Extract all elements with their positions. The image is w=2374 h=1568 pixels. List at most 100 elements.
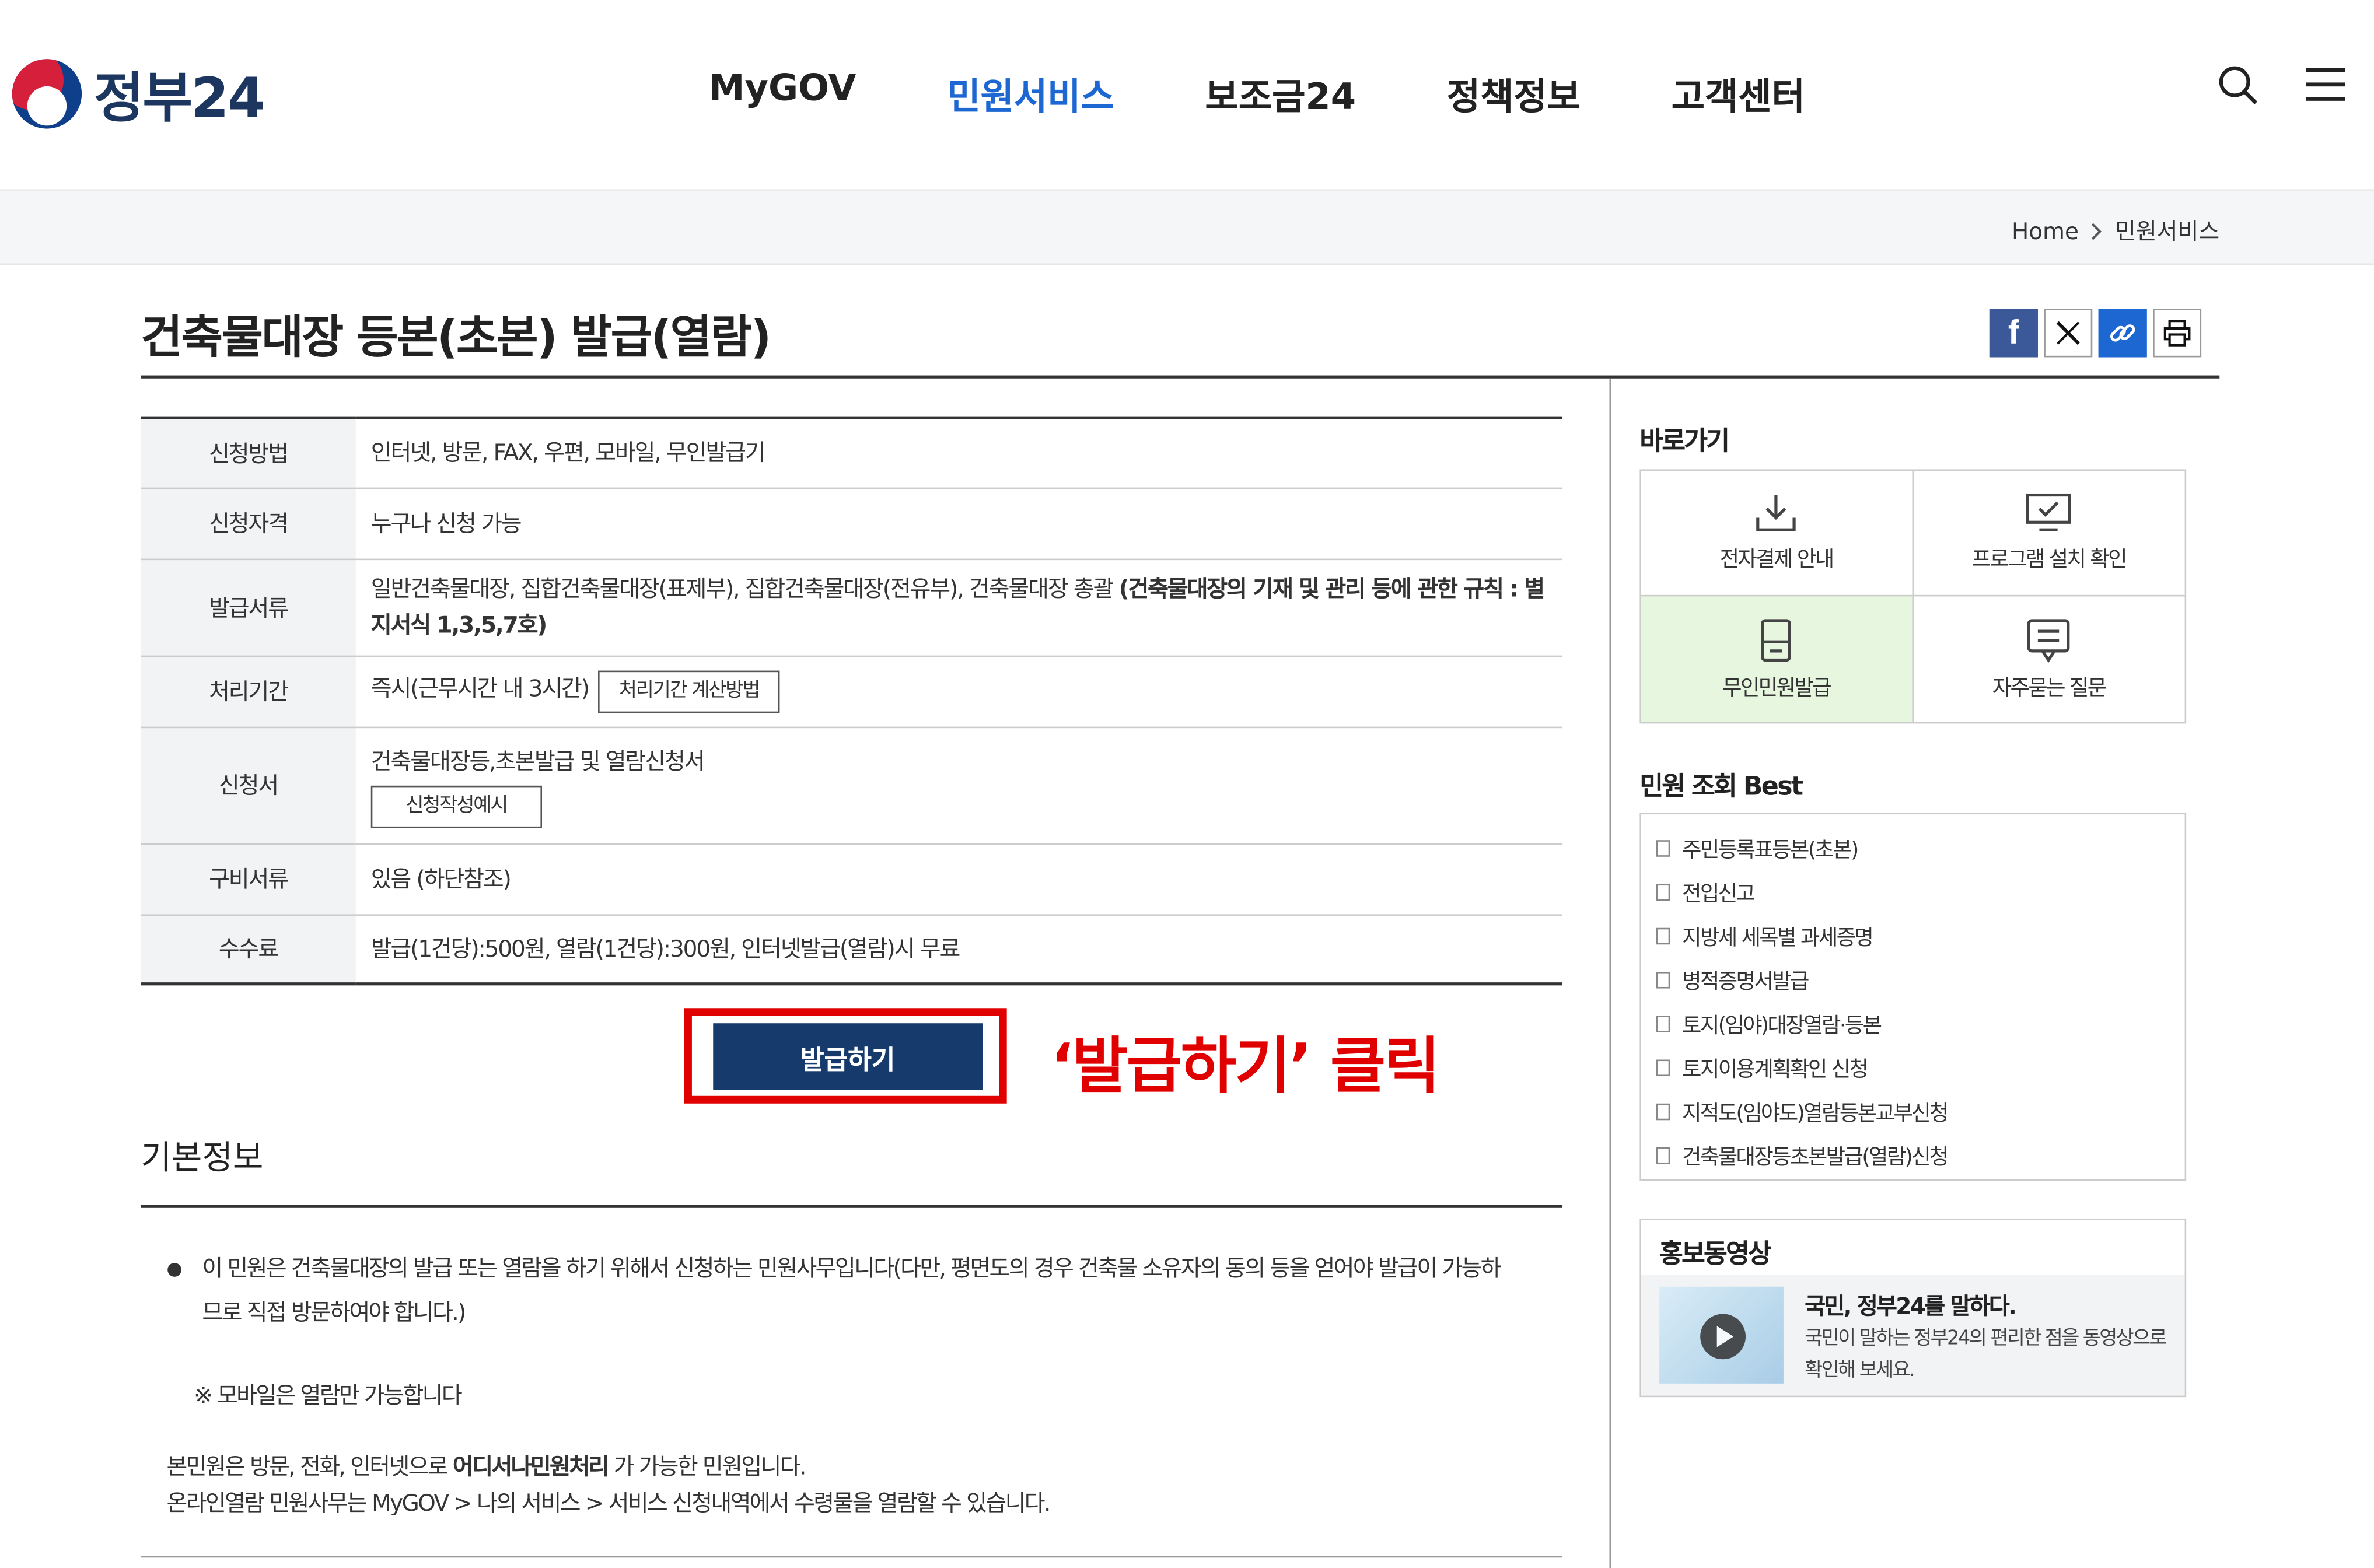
link-copy-button[interactable] [2098,309,2147,358]
quick-link-label: 자주묻는 질문 [1992,676,2107,701]
print-button[interactable] [2153,309,2202,358]
x-icon [2056,321,2080,345]
document-icon [1656,1103,1670,1121]
best-item-label: 주민등록표등본(초본) [1682,838,1859,862]
form-name: 건축물대장등,초본발급 및 열람신청서 [370,747,705,775]
logo-text: 정부24 [93,68,265,131]
quick-links-title: 바로가기 [1639,426,1730,457]
logo[interactable]: 정부24 [12,54,265,133]
menu-icon[interactable] [2305,65,2347,104]
row-value: 즉시(근무시간 내 3시간) 처리기간 계산방법 [355,655,1563,727]
basic-info-bullet: ● 이 민원은 건축물대장의 발급 또는 열람을 하기 위해서 신청하는 민원사… [166,1247,1536,1335]
page-title: 건축물대장 등본(초본) 발급(열람) [141,312,771,365]
table-row: 발급서류 일반건축물대장, 집합건축물대장(표제부), 집합건축물대장(전유부)… [141,558,1563,656]
facebook-icon: f [2008,313,2019,352]
click-annotation: ‘발급하기’ 클릭 [1050,1032,1440,1102]
best-item[interactable]: 토지이용계획확인 신청 [1656,1046,2185,1090]
promo-content: 국민, 정부24를 말하다. 국민이 말하는 정부24의 편리한 점을 동영상으… [1641,1274,2185,1396]
document-icon [1656,884,1670,901]
basic-info-title: 기본정보 [141,1140,264,1178]
best-item-label: 건축물대장등초본발급(열람)신청 [1682,1145,1949,1170]
document-icon [1656,1147,1670,1164]
best-item[interactable]: 건축물대장등초본발급(열람)신청 [1656,1134,2185,1178]
highlight-box [684,1008,1007,1104]
quick-link-payment[interactable]: 전자결제 안내 [1641,471,1913,597]
quick-link-label: 무인민원발급 [1722,676,1832,701]
taegeuk-logo-icon [12,59,82,129]
chat-icon [2027,618,2071,662]
print-icon [2163,320,2191,346]
quick-link-kiosk[interactable]: 무인민원발급 [1641,596,1913,722]
document-icon [1656,928,1670,945]
breadcrumb-current[interactable]: 민원서비스 [2115,215,2219,246]
basic-info-body: ● 이 민원은 건축물대장의 발급 또는 열람을 하기 위해서 신청하는 민원사… [166,1247,1536,1521]
basic-info-bullet-text: 이 민원은 건축물대장의 발급 또는 열람을 하기 위해서 신청하는 민원사무입… [202,1255,1501,1326]
best-title: 민원 조회 Best [1639,772,1803,803]
table-row: 신청자격 누구나 신청 가능 [141,487,1563,559]
best-item-label: 병적증명서발급 [1682,970,1809,994]
bottom-divider [141,1556,1563,1558]
best-item-label: 토지(임야)대장열람·등본 [1682,1013,1882,1038]
nav-civil-service[interactable]: 민원서비스 [947,66,1114,120]
table-row: 신청방법 인터넷, 방문, FAX, 우편, 모바일, 무인발급기 [141,418,1563,488]
document-icon [1656,971,1670,989]
nav-customer-center[interactable]: 고객센터 [1672,66,1805,120]
best-item[interactable]: 주민등록표등본(초본) [1656,827,2185,870]
quick-links: 전자결제 안내 프로그램 설치 확인 무인민원발급 자주묻는 질문 [1639,469,2187,724]
promo-video-box: 홍보동영상 국민, 정부24를 말하다. 국민이 말하는 정부24의 편리한 점… [1639,1218,2187,1398]
search-icon[interactable] [2216,64,2259,106]
facebook-share-button[interactable]: f [1989,309,2038,358]
period-text: 즉시(근무시간 내 3시간) [370,674,590,702]
quick-link-faq[interactable]: 자주묻는 질문 [1913,596,2185,722]
link-icon [2110,324,2135,342]
best-item[interactable]: 전입신고 [1656,870,2185,914]
monitor-check-icon [2026,493,2072,531]
nav-policy-info[interactable]: 정책정보 [1447,66,1581,120]
kiosk-icon [1761,618,1792,661]
best-item[interactable]: 토지(임야)대장열람·등본 [1656,1002,2185,1046]
document-icon [1656,1016,1670,1032]
table-row: 처리기간 즉시(근무시간 내 3시간) 처리기간 계산방법 [141,655,1563,727]
title-divider [141,375,2220,379]
nav-subsidy24[interactable]: 보조금24 [1205,66,1356,120]
best-item-label: 전입신고 [1682,881,1756,907]
mobile-note: ※ 모바일은 열람만 가능합니다 [194,1382,463,1409]
best-item[interactable]: 지방세 세목별 과세증명 [1656,914,2185,958]
civil-info-table: 신청방법 인터넷, 방문, FAX, 우편, 모바일, 무인발급기 신청자격 누… [141,416,1563,986]
row-label: 구비서류 [141,843,356,915]
document-icon [1656,1059,1670,1077]
best-item-label: 지적도(임야도)열람등본교부신청 [1682,1101,1949,1126]
quick-link-program[interactable]: 프로그램 설치 확인 [1913,471,2185,597]
breadcrumb: Home 민원서비스 [2012,215,2219,246]
row-label: 신청방법 [141,418,356,488]
bullet-dot: ● [166,1258,182,1279]
row-value: 건축물대장등,초본발급 및 열람신청서 신청작성예시 [355,726,1563,844]
form-example-button[interactable]: 신청작성예시 [370,785,542,828]
document-icon [1656,840,1670,857]
best-item[interactable]: 병적증명서발급 [1656,958,2185,1002]
share-buttons: f [1989,309,2202,358]
x-share-button[interactable] [2044,309,2093,358]
online-view-note: 온라인열람 민원사무는 MyGOV > 나의 서비스 > 서비스 신청내역에서 … [166,1489,1051,1517]
anywhere-note-pre: 본민원은 방문, 전화, 인터넷으로 [166,1453,453,1480]
best-item[interactable]: 지적도(임야도)열람등본교부신청 [1656,1090,2185,1133]
table-row: 신청서 건축물대장등,초본발급 및 열람신청서 신청작성예시 [141,726,1563,844]
video-thumbnail[interactable] [1659,1286,1784,1384]
breadcrumb-bar: Home 민원서비스 [0,190,2374,265]
row-value: 있음 (하단참조) [355,843,1563,915]
row-value: 누구나 신청 가능 [355,487,1563,559]
promo-heading[interactable]: 국민, 정부24를 말하다. [1805,1290,2017,1321]
nav-mygov[interactable]: MyGOV [708,66,856,120]
period-calc-button[interactable]: 처리기간 계산방법 [597,670,781,712]
quick-link-label: 프로그램 설치 확인 [1971,548,2127,572]
row-label: 신청자격 [141,487,356,559]
row-label: 발급서류 [141,558,356,656]
best-list: 주민등록표등본(초본) 전입신고 지방세 세목별 과세증명 병적증명서발급 토지… [1639,813,2187,1181]
row-value: 인터넷, 방문, FAX, 우편, 모바일, 무인발급기 [355,418,1563,488]
row-label: 신청서 [141,726,356,844]
column-divider [1609,378,1611,1568]
breadcrumb-home[interactable]: Home [2012,217,2079,244]
promo-title: 홍보동영상 [1659,1240,1772,1270]
play-icon [1700,1314,1746,1360]
download-icon [1756,495,1796,531]
